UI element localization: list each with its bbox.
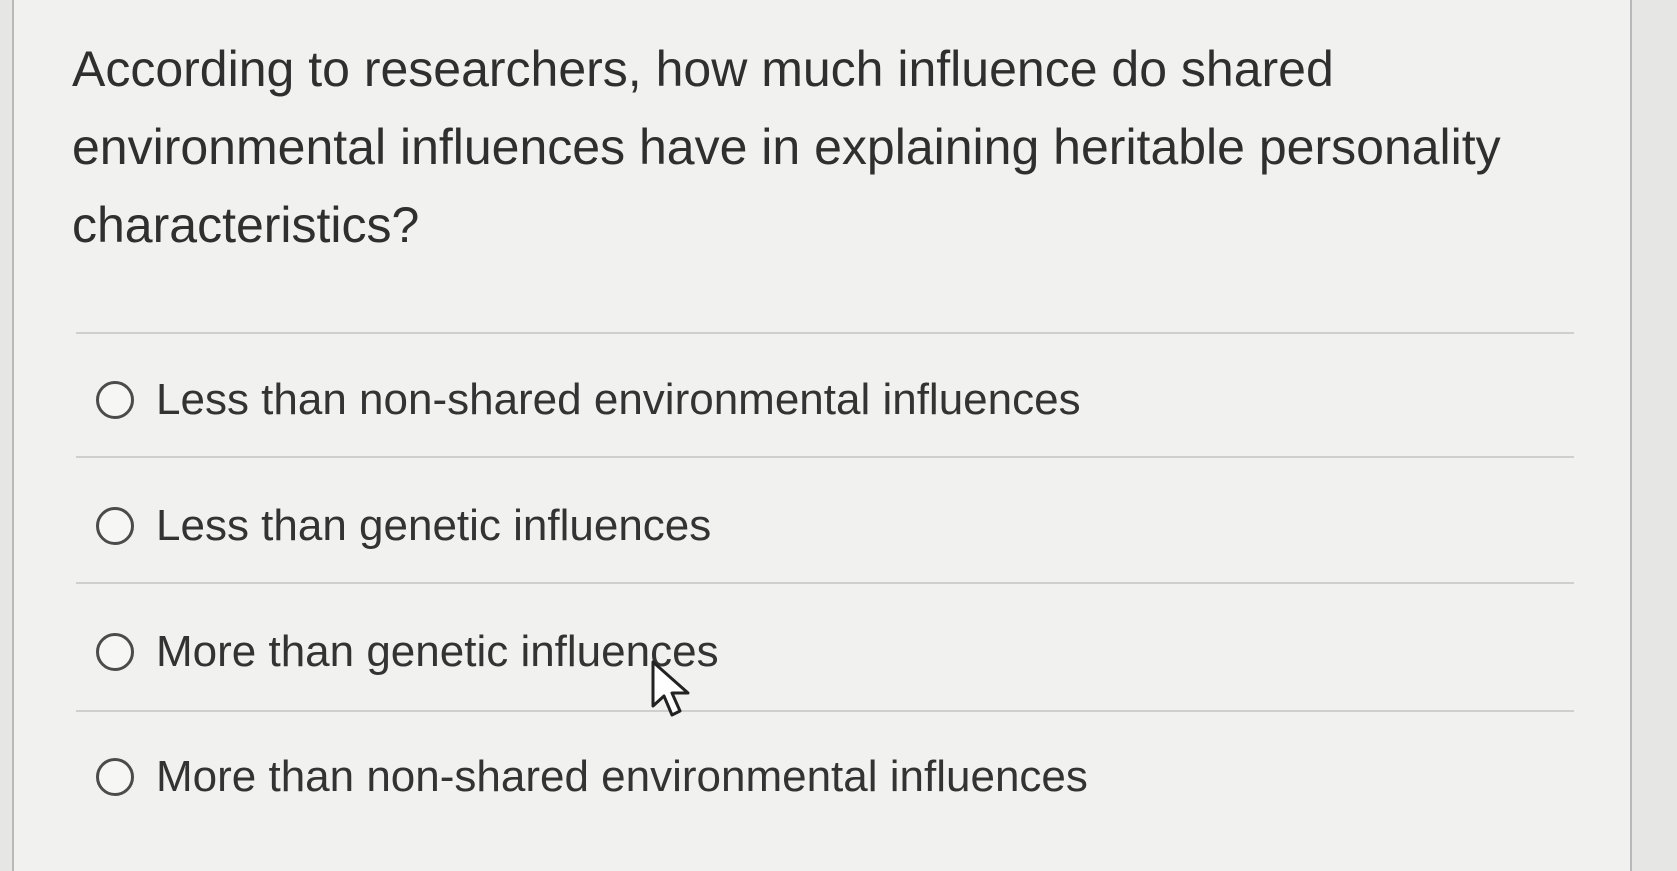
answer-divider — [76, 456, 1574, 458]
radio-unchecked-icon[interactable] — [96, 758, 134, 796]
radio-unchecked-icon[interactable] — [96, 381, 134, 419]
answer-option-label: Less than genetic influences — [156, 501, 712, 550]
answer-option-label: More than non-shared environmental influ… — [156, 752, 1088, 801]
answer-divider — [76, 332, 1574, 334]
answer-option-2[interactable]: Less than genetic influences — [96, 486, 711, 566]
answer-divider — [76, 710, 1574, 712]
answer-option-label: More than genetic influences — [156, 627, 719, 676]
answer-option-3[interactable]: More than genetic influences — [96, 612, 719, 692]
answer-option-1[interactable]: Less than non-shared environmental influ… — [96, 360, 1081, 440]
radio-unchecked-icon[interactable] — [96, 507, 134, 545]
question-text: According to researchers, how much influ… — [72, 41, 1501, 253]
quiz-question-card: According to researchers, how much influ… — [12, 0, 1632, 871]
answer-option-label: Less than non-shared environmental influ… — [156, 375, 1081, 424]
answer-divider — [76, 582, 1574, 584]
radio-unchecked-icon[interactable] — [96, 633, 134, 671]
answer-option-4[interactable]: More than non-shared environmental influ… — [96, 737, 1088, 817]
